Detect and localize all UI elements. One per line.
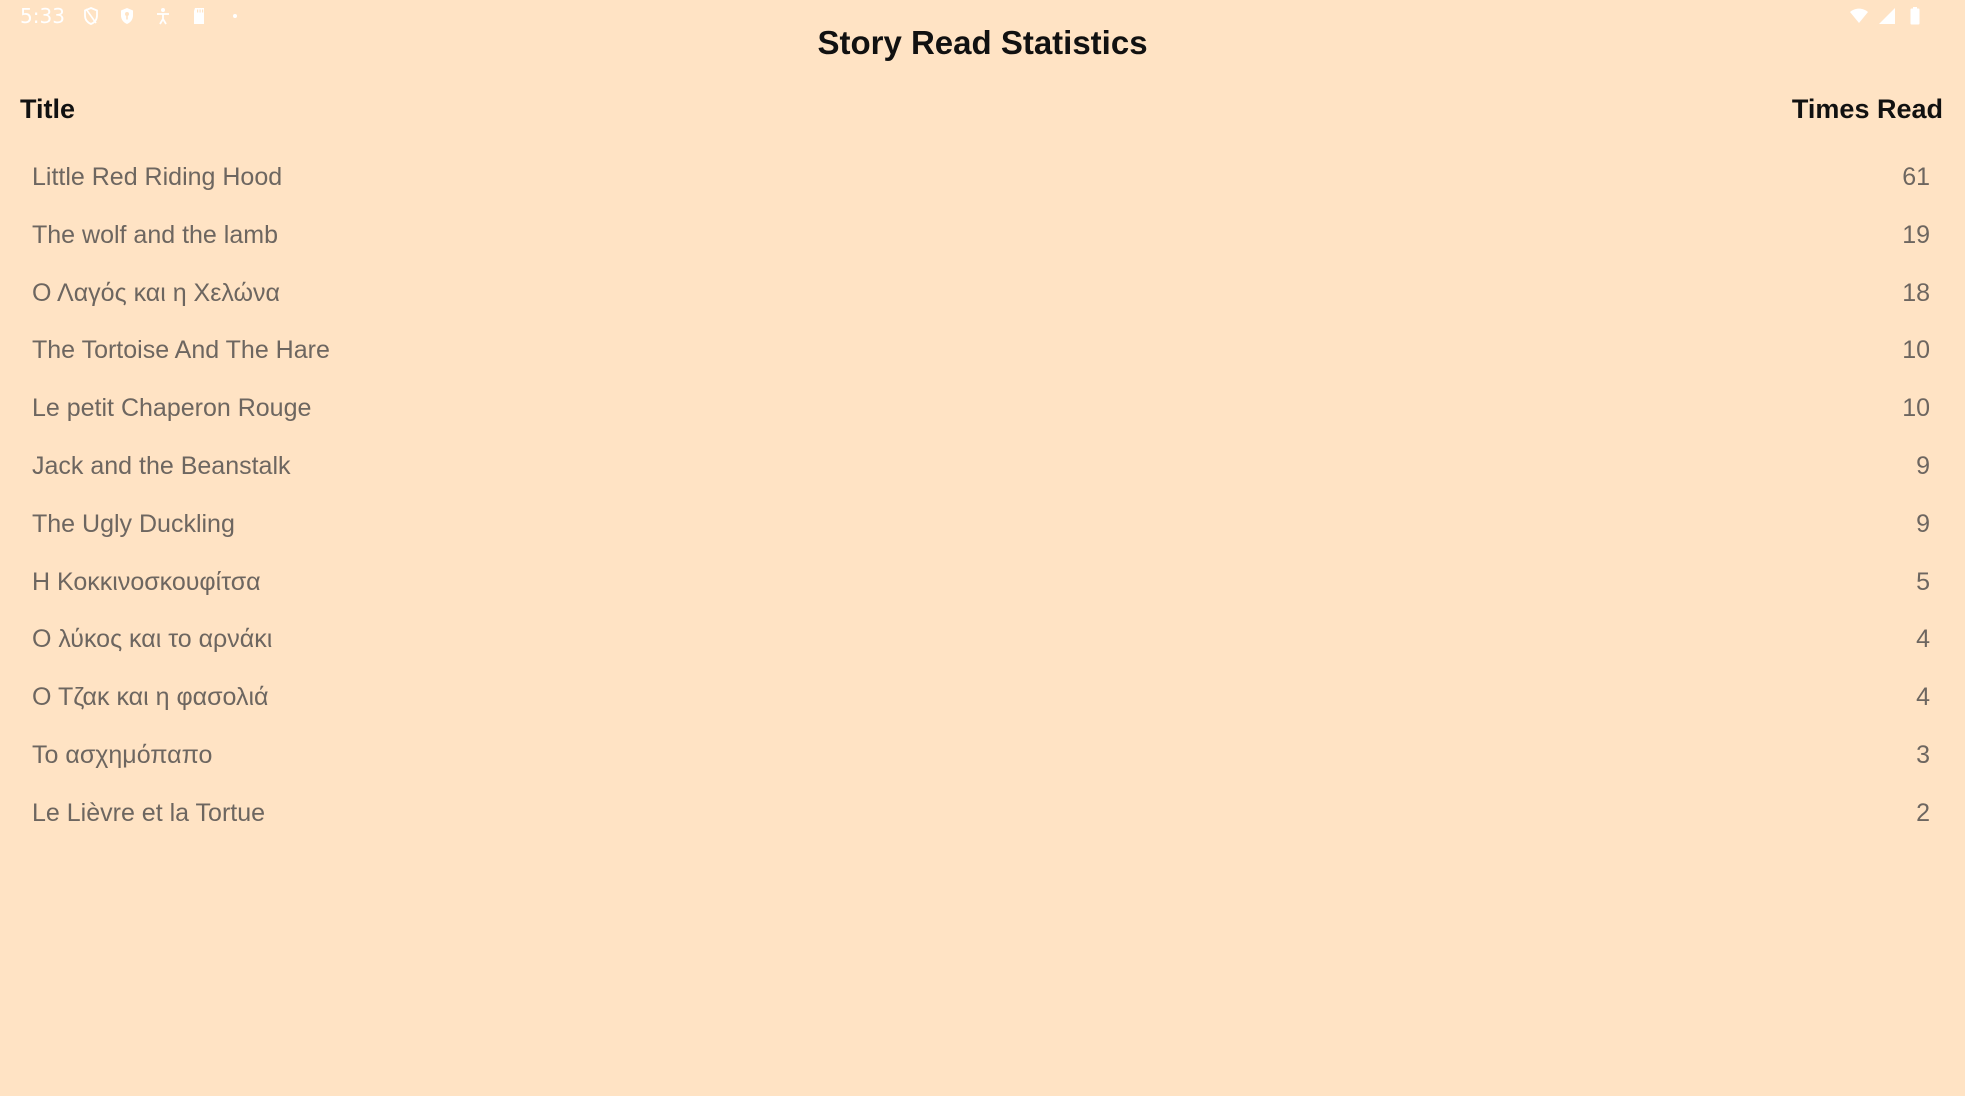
times-read-count: 3 [1916, 740, 1930, 769]
page-title: Story Read Statistics [817, 24, 1148, 61]
column-header-title: Title [20, 94, 76, 124]
table-row: Η Κοκκινοσκουφίτσα 5 [32, 568, 1930, 626]
times-read-count: 2 [1916, 798, 1930, 827]
times-read-count: 4 [1916, 625, 1930, 654]
story-title: Ο Τζακ και η φασολιά [32, 683, 269, 712]
wifi-icon [1849, 6, 1869, 26]
story-title: Le petit Chaperon Rouge [32, 394, 312, 423]
dot-icon [225, 6, 245, 26]
table-row: Ο λύκος και το αρνάκι 4 [32, 625, 1930, 683]
table-row: Le petit Chaperon Rouge 10 [32, 394, 1930, 452]
table-row: Little Red Riding Hood 61 [32, 163, 1930, 221]
story-title: The Ugly Duckling [32, 509, 235, 538]
column-header-times-read: Times Read [1791, 94, 1943, 124]
times-read-count: 19 [1902, 220, 1930, 249]
story-title: Η Κοκκινοσκουφίτσα [32, 567, 261, 596]
times-read-count: 10 [1902, 394, 1930, 423]
times-read-count: 10 [1902, 336, 1930, 365]
story-title: Le Lièvre et la Tortue [32, 798, 266, 827]
times-read-count: 61 [1902, 163, 1930, 191]
table-header: Title Times Read [20, 94, 1943, 134]
table-row: Το ασχημόπαπο 3 [32, 741, 1930, 799]
story-title: Little Red Riding Hood [32, 163, 283, 191]
battery-icon [1905, 6, 1925, 26]
times-read-count: 5 [1916, 567, 1930, 596]
shield-outline-icon [81, 6, 101, 26]
times-read-count: 18 [1902, 278, 1930, 307]
shield-filled-icon [117, 6, 137, 26]
story-title: Το ασχημόπαπο [32, 740, 213, 769]
accessibility-icon [153, 6, 173, 26]
table-row: The Ugly Duckling 9 [32, 510, 1930, 568]
table-row: Ο Λαγός και η Χελώνα 18 [32, 279, 1930, 337]
story-title: Jack and the Beanstalk [32, 451, 291, 480]
times-read-count: 9 [1916, 509, 1930, 538]
table-row: Le Lièvre et la Tortue 2 [32, 799, 1930, 857]
sd-card-icon [189, 6, 209, 26]
story-title: The Tortoise And The Hare [32, 336, 330, 365]
table-row: The wolf and the lamb 19 [32, 221, 1930, 279]
times-read-count: 4 [1916, 683, 1930, 712]
table-row: Jack and the Beanstalk 9 [32, 452, 1930, 510]
story-title: Ο Λαγός και η Χελώνα [32, 278, 280, 307]
story-title: Ο λύκος και το αρνάκι [32, 625, 273, 654]
table-row: Ο Τζακ και η φασολιά 4 [32, 683, 1930, 741]
story-title: The wolf and the lamb [32, 220, 278, 249]
times-read-count: 9 [1916, 451, 1930, 480]
stats-list: Little Red Riding Hood 61 The wolf and t… [32, 163, 1930, 857]
cellular-signal-icon [1877, 6, 1897, 26]
table-row: The Tortoise And The Hare 10 [32, 336, 1930, 394]
status-bar-right [1849, 6, 1925, 26]
